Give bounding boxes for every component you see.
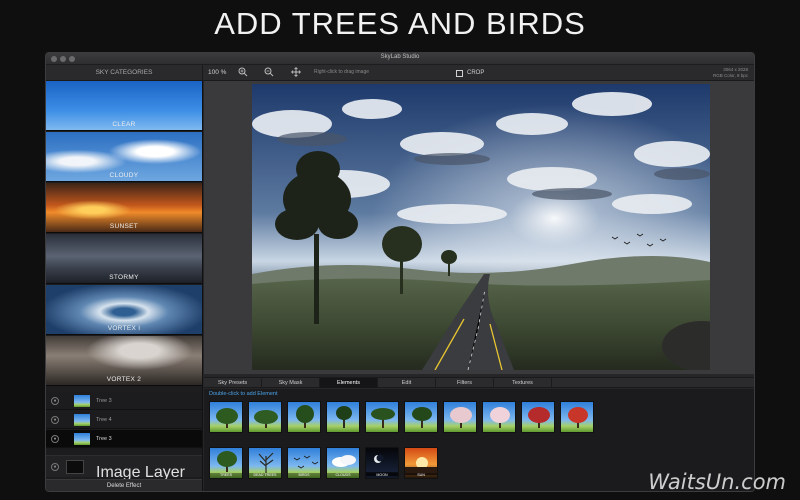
blossom-tree-element-1[interactable] xyxy=(443,401,477,433)
crop-icon xyxy=(456,69,463,77)
dead-tree-icon-caption: DEAD TREES xyxy=(249,473,281,478)
tab-textures[interactable]: Textures xyxy=(494,378,552,388)
birds-category[interactable]: BIRDS xyxy=(287,447,321,479)
category-label: CLOUDY xyxy=(109,172,139,179)
panel-tabs: Sky Presets Sky Mask Elements Edit Filte… xyxy=(204,377,754,388)
toolbar: SKY CATEGORIES 100 % Right-click to drag… xyxy=(46,65,754,81)
category-stormy[interactable]: STORMY xyxy=(46,234,202,284)
category-vortex-1[interactable]: VORTEX I xyxy=(46,285,202,335)
window-title: SkyLab Studio xyxy=(380,54,420,60)
eye-icon[interactable]: ● xyxy=(51,416,59,424)
crop-button[interactable]: CROP xyxy=(456,68,484,78)
layer-row-selected[interactable]: ● Tree 3 xyxy=(46,430,202,448)
tree-element-3[interactable] xyxy=(287,401,321,433)
layer-thumbnail xyxy=(74,414,90,426)
category-cloudy[interactable]: CLOUDY xyxy=(46,132,202,182)
image-layer-row[interactable]: ● Image Layer xyxy=(46,455,202,481)
tab-sky-mask[interactable]: Sky Mask xyxy=(262,378,320,388)
image-info: 3064 x 2028 RGB Color, 8 bpc xyxy=(713,67,748,79)
moon-icon-caption: MOON xyxy=(366,473,398,478)
tree-element-5[interactable] xyxy=(365,401,399,433)
blossom-tree-element-2[interactable] xyxy=(482,401,516,433)
moon-category[interactable]: MOON xyxy=(365,447,399,479)
eye-icon[interactable]: ● xyxy=(51,463,59,471)
eye-icon[interactable]: ● xyxy=(51,435,59,443)
sun-icon-caption: SUN xyxy=(405,473,437,478)
layer-name: Tree 4 xyxy=(96,417,112,423)
drag-hint: Right-click to drag image xyxy=(314,69,370,75)
tree-element-2[interactable] xyxy=(248,401,282,433)
trees-category[interactable]: TREES xyxy=(209,447,243,479)
zoom-in-icon[interactable] xyxy=(237,67,249,79)
cloud-icon-caption: CLOUDS xyxy=(327,473,359,478)
title-bar: SkyLab Studio xyxy=(46,53,754,65)
tree-element-6[interactable] xyxy=(404,401,438,433)
category-label: VORTEX I xyxy=(107,325,141,332)
tree-icon-caption: TREES xyxy=(210,473,242,478)
image-layer-thumbnail xyxy=(66,460,84,474)
zoom-level[interactable]: 100 % xyxy=(208,69,226,76)
layer-thumbnail xyxy=(74,395,90,407)
category-label: SUNSET xyxy=(109,223,139,230)
app-window: SkyLab Studio SKY CATEGORIES 100 % Right… xyxy=(45,52,755,492)
category-sunset[interactable]: SUNSET xyxy=(46,183,202,233)
layer-row[interactable]: ● Tree 4 xyxy=(46,411,202,429)
crop-label: CROP xyxy=(467,70,485,76)
edited-photo[interactable] xyxy=(252,84,710,370)
elements-hint: Double-click to add Element xyxy=(209,391,278,397)
clouds-category[interactable]: CLOUDS xyxy=(326,447,360,479)
delete-effect-button[interactable]: Delete Effect xyxy=(46,479,202,491)
image-mode: RGB Color, 8 bpc xyxy=(712,73,748,78)
eye-icon[interactable]: ● xyxy=(51,397,59,405)
category-label: STORMY xyxy=(109,274,139,281)
category-vortex-2[interactable]: VORTEX 2 xyxy=(46,336,202,386)
layers-panel: ● Tree 3 ● Tree 4 ● Tree 3 ● Image Layer… xyxy=(46,392,203,491)
promo-title: ADD TREES AND BIRDS xyxy=(214,6,586,41)
tab-elements[interactable]: Elements xyxy=(320,378,378,388)
category-label: VORTEX 2 xyxy=(106,376,142,383)
layer-row[interactable]: ● Tree 3 xyxy=(46,392,202,410)
layer-thumbnail xyxy=(74,433,90,445)
red-tree-element-1[interactable] xyxy=(521,401,555,433)
sky-categories-header: SKY CATEGORIES xyxy=(46,65,203,81)
zoom-out-icon[interactable] xyxy=(263,67,275,79)
category-label: CLEAR xyxy=(112,121,136,128)
tab-sky-presets[interactable]: Sky Presets xyxy=(204,378,262,388)
layer-name: Tree 3 xyxy=(96,436,112,442)
move-icon[interactable] xyxy=(290,67,302,79)
birds-icon-caption: BIRDS xyxy=(288,473,320,478)
tab-edit[interactable]: Edit xyxy=(378,378,436,388)
image-canvas[interactable] xyxy=(204,81,754,374)
sun-category[interactable]: SUN xyxy=(404,447,438,479)
red-tree-element-2[interactable] xyxy=(560,401,594,433)
tree-element-1[interactable] xyxy=(209,401,243,433)
layer-name: Tree 3 xyxy=(96,398,112,404)
watermark: WaitsUn.com xyxy=(648,470,786,494)
tree-element-4[interactable] xyxy=(326,401,360,433)
tab-filters[interactable]: Filters xyxy=(436,378,494,388)
dead-trees-category[interactable]: DEAD TREES xyxy=(248,447,282,479)
sky-categories-list: CLEAR CLOUDY SUNSET STORMY VORTEX I VORT… xyxy=(46,81,203,392)
category-clear[interactable]: CLEAR xyxy=(46,81,202,131)
